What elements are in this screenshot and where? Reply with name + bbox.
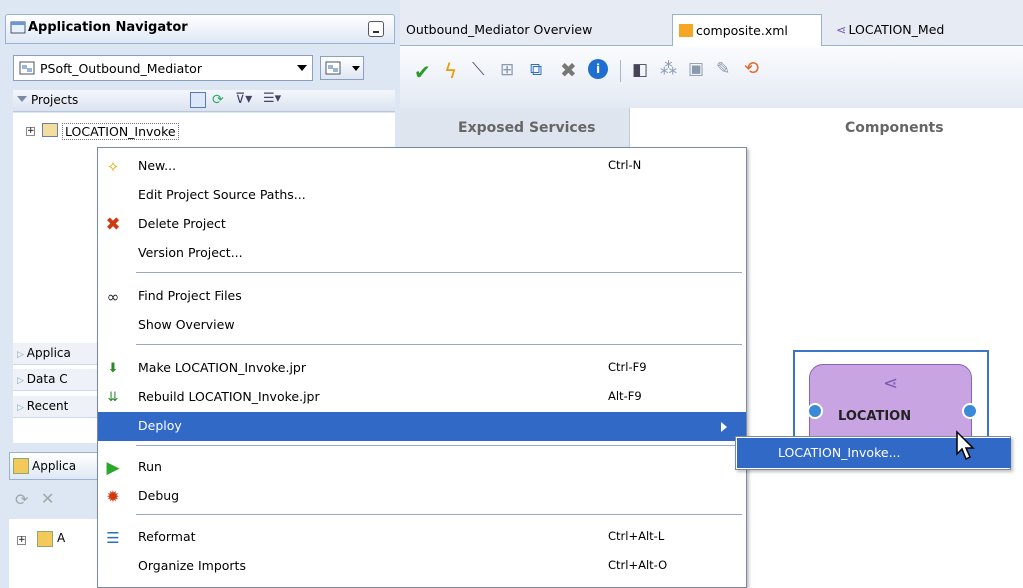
application-resources-icon <box>13 458 29 474</box>
new-icon: ✧ <box>106 158 120 176</box>
application-menu-icon <box>325 61 341 75</box>
menu-item-organize-imports[interactable]: Organize Imports Ctrl+Alt-O <box>98 552 746 581</box>
expand-arrow-icon[interactable] <box>17 96 27 102</box>
menu-separator <box>136 272 742 273</box>
minimize-icon[interactable] <box>368 21 384 37</box>
test-icon[interactable]: ▣ <box>688 59 704 79</box>
second-tree-item[interactable]: A <box>57 531 65 545</box>
second-tree: + A <box>9 519 99 588</box>
components-header: Components <box>845 120 944 136</box>
debug-icon: ✹ <box>106 487 120 506</box>
chevron-down-icon[interactable] <box>297 65 307 71</box>
navigator-title: Application Navigator <box>28 20 188 35</box>
project-folder-icon <box>42 123 58 137</box>
refresh-icon[interactable]: ⟳ <box>212 92 224 108</box>
toolbar-separator <box>620 60 621 82</box>
make-icon: ⬇ <box>107 361 119 376</box>
expand-icon[interactable]: + <box>26 127 35 136</box>
menu-item-debug[interactable]: ✹ Debug <box>98 482 746 511</box>
menu-item-show-overview[interactable]: Show Overview <box>98 311 746 340</box>
menu-item-make[interactable]: ⬇ Make LOCATION_Invoke.jpr Ctrl-F9 <box>98 354 746 383</box>
filter-icon[interactable]: ⊽▾ <box>235 91 252 107</box>
second-panel-header: Applica <box>9 452 99 480</box>
wire-icon[interactable]: ⟍ <box>472 59 485 80</box>
menu-item-edit-source-paths[interactable]: Edit Project Source Paths... <box>98 181 746 210</box>
delete-icon: ✖ <box>105 214 121 235</box>
service-port-icon[interactable] <box>807 403 823 419</box>
submenu-arrow-icon <box>721 422 727 432</box>
section-applica[interactable]: ▷ Applica <box>13 343 98 365</box>
layout-icon[interactable]: ⁂ <box>660 59 677 79</box>
editor-tabs: Outbound_Mediator Overview composite.xml… <box>400 0 1023 46</box>
reference-port-icon[interactable] <box>962 403 978 419</box>
composite-toolbar: ✔ ϟ ⟍ ⊞ ⧉ ✖ i ◧ ⁂ ▣ ✎ ⟲ <box>400 46 1023 108</box>
validate-icon[interactable]: ✔ <box>414 60 431 84</box>
expand-icon[interactable]: + <box>17 536 26 545</box>
menu-item-new[interactable]: ✧ New... Ctrl-N <box>98 152 746 181</box>
sort-icon[interactable]: ☰▾ <box>263 91 281 106</box>
second-panel-title: Applica <box>32 459 77 473</box>
edit-icon[interactable]: ✎ <box>716 59 730 79</box>
close-icon[interactable]: ✕ <box>41 489 54 508</box>
tree-item-location-invoke[interactable]: LOCATION_Invoke <box>62 123 179 140</box>
menu-item-delete-project[interactable]: ✖ Delete Project <box>98 210 746 239</box>
application-name: PSoft_Outbound_Mediator <box>40 61 202 76</box>
rebuild-icon: ⇊ <box>107 390 119 405</box>
chevron-down-icon <box>352 66 360 71</box>
info-icon[interactable]: i <box>588 59 608 79</box>
mediator-icon: ⋖ <box>883 373 899 394</box>
delete-icon[interactable]: ✖ <box>560 58 577 82</box>
application-icon <box>19 61 35 75</box>
tab-location-mediator[interactable]: ⋖ LOCATION_Med <box>830 14 1023 46</box>
menu-item-reformat[interactable]: ☰ Reformat Ctrl+Alt-L <box>98 523 746 552</box>
section-data-c[interactable]: ▷ Data C <box>13 369 98 391</box>
refresh-icon[interactable]: ⟳ <box>15 490 28 509</box>
navigator-icon <box>10 19 26 38</box>
menu-separator <box>136 445 742 446</box>
second-panel: Applica ⟳ ✕ + A <box>5 446 99 588</box>
add-icon[interactable]: ⊞ <box>500 60 514 80</box>
projects-label: Projects <box>31 93 79 107</box>
refresh-icon[interactable]: ⟲ <box>744 58 759 79</box>
components-icon[interactable]: ⧉ <box>530 60 542 80</box>
menu-item-deploy[interactable]: Deploy <box>98 412 746 441</box>
menu-item-rebuild[interactable]: ⇊ Rebuild LOCATION_Invoke.jpr Alt-F9 <box>98 383 746 412</box>
project-context-menu: ✧ New... Ctrl-N Edit Project Source Path… <box>97 147 747 588</box>
resource-icon <box>37 531 53 547</box>
menu-item-find-project-files[interactable]: ∞ Find Project Files <box>98 282 746 311</box>
menu-separator <box>136 514 742 515</box>
deploy-icon[interactable]: ◧ <box>632 60 648 80</box>
menu-item-run[interactable]: ▶ Run <box>98 453 746 482</box>
application-selector[interactable]: PSoft_Outbound_Mediator <box>13 55 313 81</box>
exposed-services-header: Exposed Services <box>458 120 596 136</box>
composite-icon <box>679 24 693 37</box>
binoculars-icon: ∞ <box>106 288 120 306</box>
mediator-icon: ⋖ <box>836 22 847 37</box>
reformat-icon: ☰ <box>106 529 120 547</box>
section-recent[interactable]: ▷ Recent <box>13 396 98 418</box>
tab-overview[interactable]: Outbound_Mediator Overview <box>400 14 662 46</box>
lightning-icon[interactable]: ϟ <box>444 59 457 83</box>
run-icon: ▶ <box>106 458 120 478</box>
projects-header[interactable]: Projects ⟳ ⊽▾ ☰▾ <box>13 90 395 112</box>
mouse-cursor-icon <box>956 430 975 461</box>
menu-item-version-project[interactable]: Version Project... <box>98 239 746 268</box>
menu-separator <box>136 344 742 345</box>
component-label: LOCATION <box>838 409 912 424</box>
tab-composite[interactable]: composite.xml <box>672 14 822 46</box>
search-icon[interactable] <box>190 92 206 108</box>
application-menu-button[interactable] <box>320 56 364 80</box>
